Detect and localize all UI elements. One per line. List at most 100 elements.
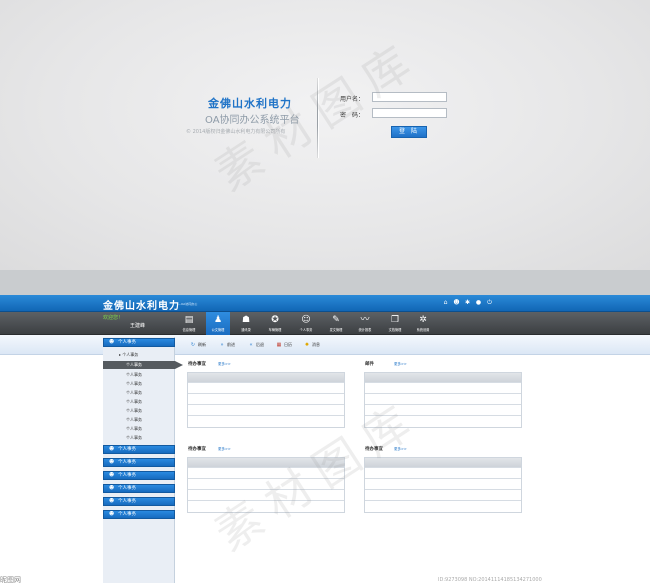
username-input[interactable] [372, 92, 447, 102]
sidebar-group[interactable]: ☻ 个人事务 [103, 471, 175, 480]
table-row[interactable] [365, 416, 521, 427]
table-header [365, 373, 521, 383]
table-header [365, 458, 521, 468]
users-icon[interactable]: ☻ [453, 299, 460, 306]
chart-line-icon: 〰 [360, 315, 370, 325]
watermark-id-label: ID:9273098 NO:20141114185134271000 [438, 577, 542, 583]
settings-icon: ✲ [419, 315, 427, 325]
sidebar-sub-item[interactable]: 个人事务 [103, 416, 175, 424]
tool-dispatch-management[interactable]: ✎ 发文管理 [324, 312, 348, 335]
table-row[interactable] [188, 479, 344, 490]
calendar-icon: ▦ [276, 342, 282, 348]
sidebar-group[interactable]: ☻ 个人事务 [103, 510, 175, 519]
table-row[interactable] [365, 501, 521, 512]
sidebar-group[interactable]: ☻ 个人事务 [103, 484, 175, 493]
people-icon: ☺ [301, 315, 311, 325]
sidebar-sub-item[interactable]: 个人事务 [103, 389, 175, 397]
table-row[interactable] [188, 468, 344, 479]
sidebar-group[interactable]: ☻ 个人事务 [103, 497, 175, 506]
sidebar-sub-item-selected[interactable]: 个人事务 [103, 361, 183, 369]
action-bar: ↻ 刷新 » 前进 « 后退 ▦ 日历 ✹ 消息 [175, 335, 650, 355]
table-header [188, 373, 344, 383]
table-row[interactable] [365, 394, 521, 405]
people-icon: ☻ [109, 498, 115, 504]
tool-info-management[interactable]: ▤ 信息管理 [177, 312, 201, 335]
table-row[interactable] [188, 501, 344, 512]
watermark-site-label: 昵图网 [0, 576, 21, 583]
people-icon: ☻ [109, 339, 115, 345]
login-title: 金佛山水利电力 [208, 97, 292, 110]
message-button[interactable]: ✹ 消息 [304, 342, 320, 348]
table-row[interactable] [188, 490, 344, 501]
header-icons: ⌂ ☻ ✱ ● ⏻ [442, 299, 493, 306]
sidebar-sub-item[interactable]: 个人事务 [103, 434, 175, 442]
table-row[interactable] [365, 468, 521, 479]
panel-todo-3-more-link[interactable]: 更多>> [394, 447, 407, 452]
forward-icon: » [220, 342, 224, 348]
login-copyright: © 2014版权归金佛山水利电力有限公司所有 [186, 129, 286, 135]
sidebar-sub-item[interactable]: 个人事务 [103, 398, 175, 406]
tool-system-settings[interactable]: ✲ 系统设置 [411, 312, 435, 335]
ribbon-icon: ✪ [271, 315, 279, 325]
app-header: 金佛山水利电力 —OA协同办公 ⌂ ☻ ✱ ● ⏻ [0, 295, 650, 312]
sidebar-group[interactable]: ☻ 个人事务 [103, 445, 175, 454]
table-row[interactable] [188, 394, 344, 405]
back-icon: « [249, 342, 253, 348]
main-toolbar: 欢迎您！ 王建峰 ▤ 信息管理 ♟ 公文管理 ☗ 通讯录 ✪ 车辆管理 ☺ 个人… [0, 312, 650, 335]
sidebar-sub-item[interactable]: ▸ 个人事务 [103, 351, 175, 359]
panel-todo-more-link[interactable]: 更多>> [218, 362, 231, 367]
sidebar-sub-item[interactable]: 个人事务 [103, 425, 175, 433]
tool-statistics[interactable]: 〰 统计报表 [353, 312, 377, 335]
tool-contacts[interactable]: ☗ 通讯录 [234, 312, 258, 335]
sidebar-group-top[interactable]: ☻ 个人事务 [103, 338, 175, 347]
table-row[interactable] [365, 383, 521, 394]
login-screen: 金佛山水利电力 OA协同办公系统平台 © 2014版权归金佛山水利电力有限公司所… [0, 0, 650, 270]
refresh-button[interactable]: ↻ 刷新 [190, 342, 206, 348]
refresh-icon: ↻ [190, 342, 196, 348]
separator-band [0, 270, 650, 295]
calendar-button[interactable]: ▦ 日历 [276, 342, 292, 348]
people-icon: ☻ [109, 459, 115, 465]
tool-vehicle-management[interactable]: ✪ 车辆管理 [263, 312, 287, 335]
login-subtitle: OA协同办公系统平台 [205, 115, 300, 126]
people-icon: ☻ [109, 485, 115, 491]
table-header [188, 458, 344, 468]
panel-todo-2-title: 待办事宜 [188, 447, 206, 452]
sidebar-sub-item[interactable]: 个人事务 [103, 371, 175, 379]
login-button[interactable]: 登 陆 [391, 126, 427, 138]
people-icon: ☻ [109, 472, 115, 478]
newspaper-icon: ▤ [184, 315, 194, 325]
table-row[interactable] [365, 405, 521, 416]
help-icon[interactable]: ● [475, 299, 482, 306]
table-row[interactable] [188, 383, 344, 394]
back-button[interactable]: « 后退 [248, 342, 264, 348]
sidebar-group[interactable]: ☻ 个人事务 [103, 458, 175, 467]
table-row[interactable] [188, 405, 344, 416]
sidebar-sub-item[interactable]: 个人事务 [103, 380, 175, 388]
login-divider [317, 78, 318, 158]
panel-todo-3-title: 待办事宜 [365, 447, 383, 452]
table-row[interactable] [365, 479, 521, 490]
panel-mail-more-link[interactable]: 更多>> [394, 362, 407, 367]
panel-mail-title: 邮件 [365, 362, 374, 367]
power-icon[interactable]: ⏻ [486, 299, 493, 306]
app-title-sub: —OA协同办公 [178, 302, 198, 306]
sidebar: ☻ 个人事务 ▸ 个人事务 个人事务 个人事务 个人事务 个人事务 个人事务 个人… [103, 337, 183, 583]
panel-todo-2-more-link[interactable]: 更多>> [218, 447, 231, 452]
sidebar-sub-item[interactable]: 个人事务 [103, 407, 175, 415]
panel-todo-2-table [187, 457, 345, 513]
tool-personal-affairs[interactable]: ☺ 个人事务 [294, 312, 318, 335]
contacts-icon: ☗ [241, 315, 251, 325]
table-row[interactable] [365, 490, 521, 501]
panel-todo-table [187, 372, 345, 428]
password-input[interactable] [372, 108, 447, 118]
table-row[interactable] [188, 416, 344, 427]
panel-todo-3-table [364, 457, 522, 513]
gear-icon[interactable]: ✱ [464, 299, 471, 306]
home-icon[interactable]: ⌂ [442, 299, 449, 306]
bulb-icon: ✹ [304, 342, 310, 348]
tool-file-management[interactable]: ❐ 文档管理 [383, 312, 407, 335]
tool-document-management[interactable]: ♟ 公文管理 [206, 312, 230, 335]
people-icon: ☻ [109, 446, 115, 452]
forward-button[interactable]: » 前进 [219, 342, 235, 348]
